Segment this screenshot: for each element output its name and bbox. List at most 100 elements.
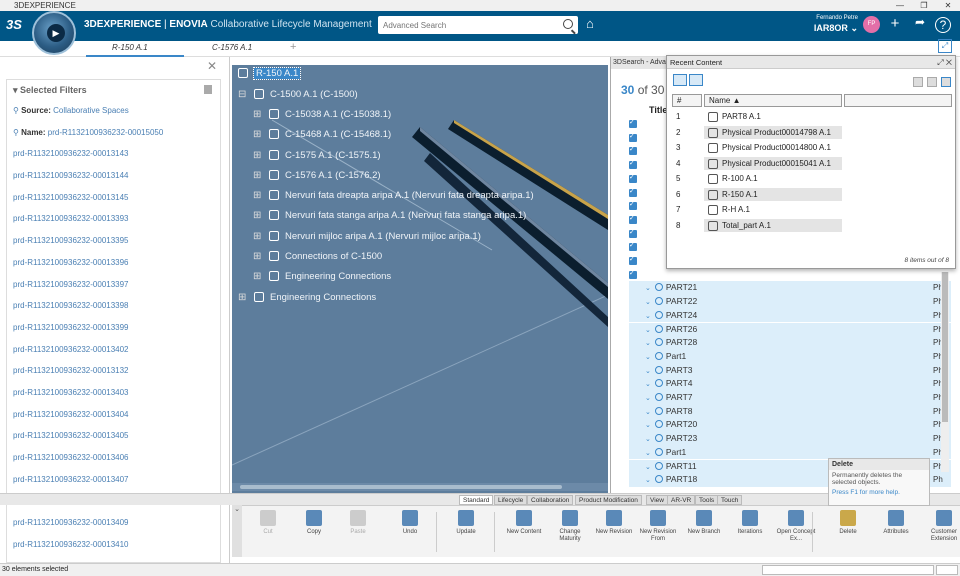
refresh-icon[interactable]	[673, 74, 687, 86]
share-icon[interactable]: ➦	[910, 15, 930, 29]
search-icon[interactable]	[563, 19, 573, 29]
expand-node-icon[interactable]: ⊞	[253, 271, 261, 282]
row-name[interactable]: Total_part A.1	[704, 218, 842, 232]
tree-node[interactable]: ⊞ C-1575 A.1 (C-1575.1)	[253, 150, 381, 166]
row-checkbox[interactable]	[629, 255, 637, 265]
chevron-down-icon[interactable]: ⌄	[645, 285, 651, 292]
recent-row[interactable]: 1 PART8 A.1	[672, 109, 952, 125]
new-revision-from-button[interactable]: New Revision From	[636, 510, 680, 543]
filter-item[interactable]: prd-R1132100936232-00013399	[7, 317, 220, 339]
chevron-down-icon[interactable]: ⌄	[645, 477, 651, 484]
chevron-down-icon[interactable]: ⌄	[645, 395, 651, 402]
tree-node[interactable]: ⊞ Nervuri fata stanga aripa A.1 (Nervuri …	[253, 210, 526, 226]
copy-button[interactable]: Copy	[292, 510, 336, 536]
expand-node-icon[interactable]: ⊞	[253, 231, 261, 242]
filter-item[interactable]: prd-R1132100936232-00013393	[7, 208, 220, 230]
tab-r150[interactable]: R-150 A.1	[86, 41, 184, 57]
result-row[interactable]: ⌄ PART26	[629, 322, 934, 337]
result-row[interactable]: ⌄ PART3	[629, 363, 934, 378]
filter-source[interactable]: ⚲ Source: Collaborative Spaces	[7, 100, 220, 122]
expand-node-icon[interactable]: ⊞	[253, 190, 261, 201]
row-checkbox[interactable]	[629, 269, 637, 279]
close-icon[interactable]: ✕	[207, 59, 217, 73]
action-tab[interactable]: View	[646, 495, 668, 505]
title-column-header[interactable]: Title	[649, 105, 667, 115]
tag-icon[interactable]: ⌂	[586, 16, 594, 31]
3d-viewport[interactable]: R-150 A.1 ⊟ C-1500 A.1 (C-1500) ⊞ C-15038 …	[232, 65, 608, 493]
filter-item[interactable]: prd-R1132100936232-00013404	[7, 404, 220, 426]
maximize-button[interactable]: ❐	[912, 0, 936, 11]
recent-row[interactable]: 8 Total_part A.1	[672, 218, 952, 234]
chevron-down-icon[interactable]: ⌄	[645, 381, 651, 388]
action-tab[interactable]: AR-VR	[667, 495, 696, 505]
filter-item[interactable]: prd-R1132100936232-00013407	[7, 469, 220, 491]
row-checkbox[interactable]	[629, 214, 637, 224]
tile-view-icon[interactable]	[913, 77, 923, 87]
attributes-button[interactable]: Attributes	[874, 510, 918, 536]
tree-node[interactable]: ⊟ C-1500 A.1 (C-1500)	[238, 89, 358, 105]
filter-item[interactable]: prd-R1132100936232-00013132	[7, 360, 220, 382]
filter-item[interactable]: prd-R1132100936232-00013396	[7, 252, 220, 274]
new-content-button[interactable]: New Content	[502, 510, 546, 536]
add-tab-icon[interactable]: +	[290, 41, 296, 53]
result-row[interactable]: ⌄ PART20	[629, 418, 934, 433]
recent-row[interactable]: 6 R-150 A.1	[672, 187, 952, 203]
update-button[interactable]: Update	[444, 510, 488, 536]
results-scrollbar[interactable]	[941, 272, 949, 472]
avatar[interactable]: FP	[863, 16, 880, 33]
tab-c1576[interactable]: C-1576 A.1	[212, 41, 282, 57]
result-row[interactable]: ⌄ PART7	[629, 391, 934, 405]
filter-item[interactable]: prd-R1132100936232-00013410	[7, 534, 220, 556]
expand-node-icon[interactable]: ⊞	[253, 170, 261, 181]
row-checkbox[interactable]	[629, 241, 637, 252]
result-row[interactable]: ⌄ PART24	[629, 308, 934, 323]
result-row[interactable]: ⌄ PART8	[629, 404, 934, 419]
tree-node[interactable]: ⊞ Connections of C-1500	[253, 251, 382, 267]
recent-row[interactable]: 2 Physical Product00014798 A.1	[672, 125, 952, 141]
result-row[interactable]: ⌄ PART4	[629, 377, 934, 391]
chevron-down-icon[interactable]: ⌄	[645, 436, 651, 443]
minimize-button[interactable]: —	[888, 0, 912, 11]
filter-item[interactable]: prd-R1132100936232-00013395	[7, 230, 220, 252]
row-checkbox[interactable]	[629, 118, 637, 128]
tree-node[interactable]: ⊞ Nervuri fata dreapta aripa A.1 (Nervuri…	[253, 190, 534, 206]
row-checkbox[interactable]	[629, 173, 637, 183]
tree-node[interactable]: ⊞ C-1576 A.1 (C-1576.2)	[253, 170, 381, 186]
user-role[interactable]: IAR8OR ⌄	[796, 23, 858, 34]
tree-node[interactable]: ⊞ C-15468 A.1 (C-15468.1)	[253, 129, 391, 145]
filter-item[interactable]: prd-R1132100936232-00013402	[7, 339, 220, 361]
tree-node[interactable]: ⊞ Engineering Connections	[238, 292, 376, 308]
compass-widget[interactable]: ▶	[32, 11, 76, 55]
row-name[interactable]: R-H A.1	[704, 203, 842, 216]
chevron-down-icon[interactable]: ⌄	[645, 464, 651, 471]
col-extra[interactable]	[844, 94, 952, 107]
scroll-thumb[interactable]	[240, 485, 562, 489]
recent-row[interactable]: 4 Physical Product00015041 A.1	[672, 156, 952, 172]
expand-node-icon[interactable]: ⊞	[253, 109, 261, 120]
filter-item[interactable]: prd-R1132100936232-00013403	[7, 382, 220, 404]
recent-row[interactable]: 5 R-100 A.1	[672, 171, 952, 187]
row-name[interactable]: Physical Product00014800 A.1	[704, 141, 842, 154]
action-tab[interactable]: Tools	[695, 495, 719, 505]
status-control[interactable]	[936, 565, 958, 575]
action-tab[interactable]: Product Modification	[575, 495, 642, 505]
result-row[interactable]: ⌄ Part1	[629, 349, 934, 364]
expand-node-icon[interactable]: ⊞	[253, 129, 261, 140]
recent-row[interactable]: 3 Physical Product00014800 A.1	[672, 140, 952, 156]
tree-node-root[interactable]: R-150 A.1	[238, 67, 302, 84]
play-icon[interactable]: ▶	[47, 24, 65, 42]
change-maturity-button[interactable]: Change Maturity	[548, 510, 592, 543]
filter-item[interactable]: prd-R1132100936232-00013397	[7, 274, 220, 296]
row-name[interactable]: R-150 A.1	[704, 187, 842, 201]
row-name[interactable]: PART8 A.1	[704, 110, 842, 123]
expand-node-icon[interactable]: ⊞	[238, 292, 246, 303]
action-tab[interactable]: Collaboration	[527, 495, 574, 505]
row-name[interactable]: R-100 A.1	[704, 172, 842, 185]
iterations-button[interactable]: Iterations	[728, 510, 772, 536]
add-icon[interactable]: +	[885, 15, 905, 32]
chevron-down-icon[interactable]: ⌄	[645, 327, 651, 334]
trash-icon[interactable]	[204, 85, 212, 94]
result-row[interactable]: ⌄ PART22	[629, 295, 934, 309]
expand-icon[interactable]: ⤢	[938, 39, 952, 53]
col-number[interactable]: #	[672, 94, 702, 107]
